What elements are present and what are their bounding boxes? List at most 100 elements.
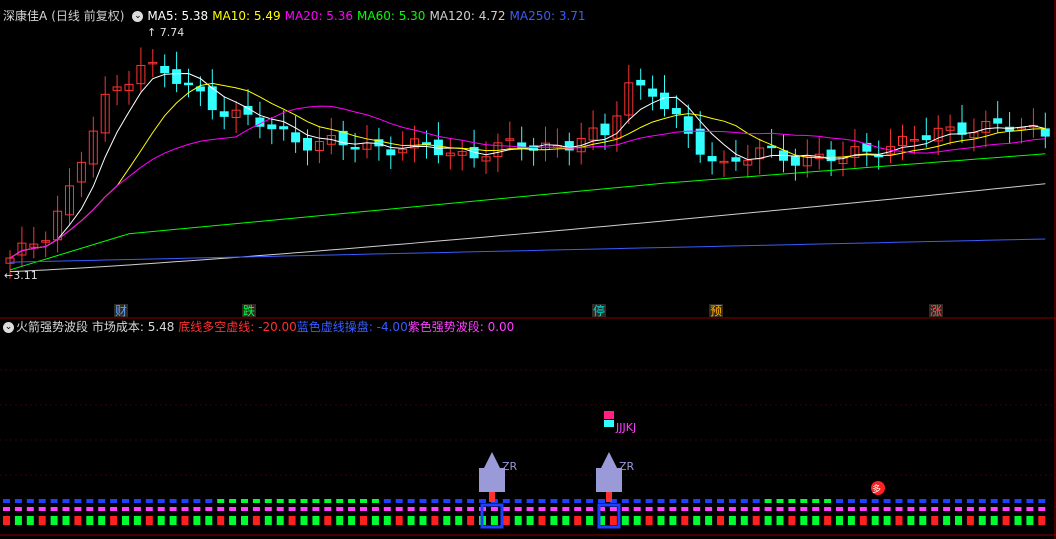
signal-row-main (229, 516, 237, 525)
candle-body (600, 123, 610, 136)
signal-row-magenta (490, 507, 498, 511)
signal-row-main (1026, 516, 1034, 525)
signal-row-blue (871, 499, 879, 503)
signal-row-blue (955, 499, 962, 503)
signal-row-magenta (50, 507, 58, 511)
signal-row-blue (145, 499, 153, 503)
signal-row-magenta (1014, 507, 1022, 511)
signal-row-magenta (86, 507, 94, 511)
signal-row-blue (324, 499, 332, 503)
signal-row-blue (312, 499, 320, 503)
candle-body (921, 135, 931, 141)
signal-row-magenta (300, 507, 308, 511)
signal-row-magenta (62, 507, 70, 511)
candle-body (695, 128, 705, 155)
candle-body (350, 147, 360, 150)
signal-row-main (205, 516, 213, 525)
signal-row-blue (776, 499, 784, 503)
signal-row-blue (764, 499, 772, 503)
signal-row-blue (859, 499, 867, 503)
rocket-b-flame (606, 492, 612, 502)
signal-row-main (538, 516, 546, 525)
signal-row-blue (645, 499, 653, 503)
signal-row-main (812, 516, 820, 525)
signal-row-magenta (276, 507, 284, 511)
signal-row-blue (26, 499, 34, 503)
signal-row-blue (1026, 499, 1034, 503)
signal-row-main (371, 516, 379, 525)
signal-row-blue (943, 499, 951, 503)
signal-row-blue (122, 499, 129, 503)
signal-row-blue (14, 499, 22, 503)
signal-row-blue (990, 499, 998, 503)
event-marker-1: 跌 (243, 303, 255, 318)
signal-square-pink (604, 411, 614, 419)
signal-row-magenta (514, 507, 522, 511)
signal-row-main (669, 516, 677, 525)
signal-row-magenta (407, 507, 415, 511)
signal-row-main (110, 516, 118, 525)
signal-row-magenta (990, 507, 998, 511)
signal-row-blue (336, 499, 344, 503)
signal-row-blue (276, 499, 284, 503)
signal-row-main (859, 516, 867, 525)
signal-row-blue (705, 499, 713, 503)
ma250-line (9, 238, 1046, 263)
signal-row-blue (371, 499, 379, 503)
signal-row-main (14, 516, 22, 525)
signal-row-main (122, 516, 129, 525)
signal-row-main (348, 516, 356, 525)
signal-row-blue (1002, 499, 1010, 503)
signal-row-main (728, 516, 736, 525)
signal-row-main (324, 516, 332, 525)
signal-row-magenta (526, 507, 534, 511)
signal-row-magenta (502, 507, 510, 511)
signal-row-main (836, 516, 843, 525)
signal-row-blue (538, 499, 546, 503)
signal-row-magenta (360, 507, 367, 511)
signal-row-blue (931, 499, 939, 503)
signal-row-main (407, 516, 415, 525)
candle-body (1040, 128, 1050, 137)
signal-row-blue (502, 499, 510, 503)
signal-row-blue (38, 499, 46, 503)
candle-body (433, 139, 443, 156)
signal-row-blue (978, 499, 986, 503)
signal-row-blue (836, 499, 843, 503)
signal-row-magenta (859, 507, 867, 511)
signal-row-blue (205, 499, 213, 503)
signal-row-magenta (14, 507, 22, 511)
signal-row-main (895, 516, 903, 525)
stock-chart-canvas[interactable]: ↑ 7.74 ←3.11 财 跌 停 预 涨 ZR ZR JJJKJ 多 (0, 0, 1056, 539)
signal-row-magenta (38, 507, 46, 511)
signal-row-magenta (955, 507, 962, 511)
signal-row-main (800, 516, 808, 525)
signal-row-magenta (562, 507, 570, 511)
signal-row-blue (669, 499, 677, 503)
signal-row-magenta (752, 507, 760, 511)
signal-row-magenta (717, 507, 724, 511)
signal-row-main (26, 516, 34, 525)
signal-row-blue (740, 499, 748, 503)
candle-body (219, 111, 229, 117)
signal-row-main (824, 516, 832, 525)
signal-row-main (609, 516, 617, 525)
candle-body (790, 156, 800, 166)
signal-row-magenta (812, 507, 820, 511)
candle-body (957, 122, 967, 135)
signal-row-magenta (205, 507, 213, 511)
signal-row-blue (883, 499, 891, 503)
rocket-a-label: ZR (502, 460, 518, 473)
signal-row-magenta (836, 507, 843, 511)
signal-row-blue (431, 499, 439, 503)
signal-row-magenta (788, 507, 796, 511)
candle-body (731, 157, 741, 162)
signal-row-blue (110, 499, 118, 503)
signal-row-main (133, 516, 141, 525)
signal-row-magenta (110, 507, 118, 511)
candle-body (303, 138, 312, 151)
signal-row-magenta (3, 507, 10, 511)
high-price-label: ↑ 7.74 (147, 26, 184, 39)
signal-row-magenta (348, 507, 356, 511)
signal-row-main (157, 516, 165, 525)
